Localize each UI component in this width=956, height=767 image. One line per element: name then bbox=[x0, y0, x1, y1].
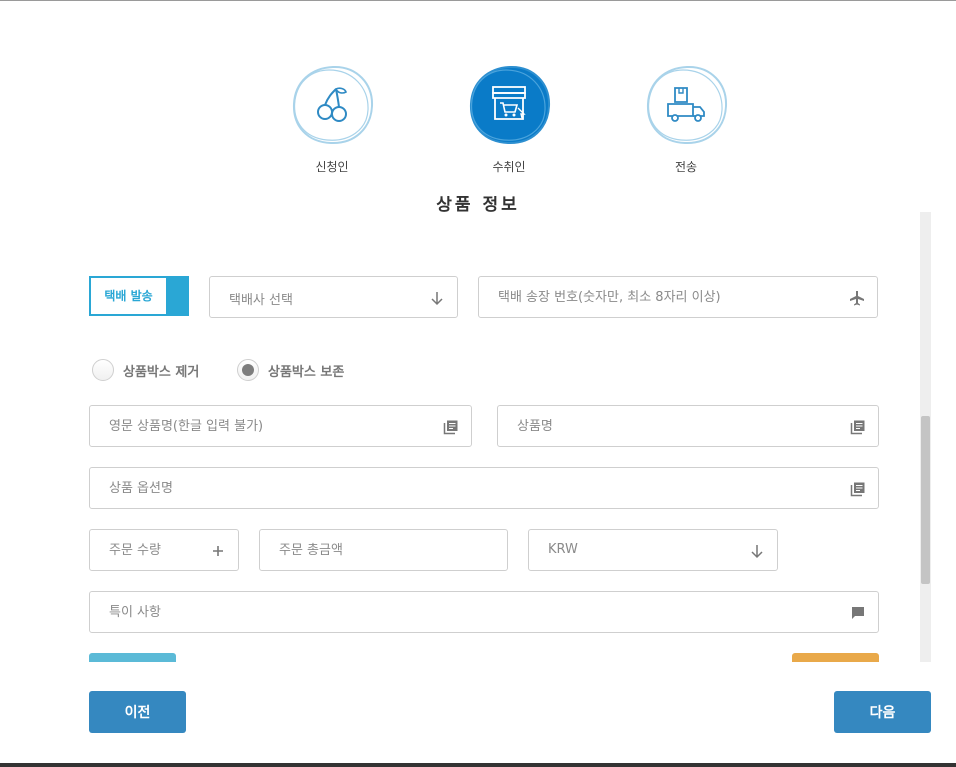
currency-value: KRW bbox=[548, 542, 578, 557]
library-books-icon bbox=[443, 420, 458, 435]
step-label: 수취인 bbox=[492, 160, 526, 174]
library-books-icon bbox=[850, 420, 865, 435]
form-scroll-area[interactable]: 상품 정보 택배 발송 택배사 선택 상품박스 제거 상품박스 보존 KR bbox=[0, 196, 956, 662]
radio-label: 상품박스 제거 bbox=[123, 365, 200, 380]
delivery-type-button[interactable]: 택배 발송 bbox=[89, 276, 189, 316]
window-bottom-border bbox=[0, 763, 956, 767]
step-label: 신청인 bbox=[315, 160, 349, 174]
currency-select[interactable]: KRW bbox=[528, 529, 778, 571]
courier-select-label: 택배사 선택 bbox=[229, 293, 293, 308]
step-send[interactable]: 전송 bbox=[641, 64, 731, 175]
english-product-name-input[interactable] bbox=[90, 406, 471, 446]
step-circle-active bbox=[466, 64, 552, 146]
library-books-icon bbox=[850, 482, 865, 497]
scrollbar-thumb[interactable] bbox=[921, 416, 930, 584]
order-quantity-field[interactable] bbox=[89, 529, 239, 571]
order-total-field[interactable] bbox=[259, 529, 508, 571]
airplane-icon bbox=[850, 291, 864, 306]
product-option-field[interactable] bbox=[89, 467, 879, 509]
prev-button[interactable]: 이전 bbox=[89, 691, 186, 733]
english-product-name-field[interactable] bbox=[89, 405, 472, 447]
special-notes-field[interactable] bbox=[89, 591, 879, 633]
product-name-input[interactable] bbox=[498, 406, 878, 446]
special-notes-input[interactable] bbox=[90, 592, 878, 632]
product-option-input[interactable] bbox=[90, 468, 878, 508]
add-product-button[interactable] bbox=[89, 653, 176, 662]
tracking-number-input[interactable] bbox=[479, 277, 877, 317]
remove-product-button[interactable] bbox=[792, 653, 879, 662]
order-total-input[interactable] bbox=[260, 530, 507, 570]
cherry-icon bbox=[317, 87, 347, 122]
product-name-field[interactable] bbox=[497, 405, 879, 447]
plus-icon[interactable] bbox=[210, 543, 226, 559]
next-button[interactable]: 다음 bbox=[834, 691, 931, 733]
delivery-truck-icon bbox=[667, 87, 705, 122]
arrow-down-icon bbox=[431, 292, 443, 306]
shop-cart-icon bbox=[492, 86, 526, 120]
step-recipient[interactable]: 수취인 bbox=[464, 64, 554, 175]
step-circle bbox=[643, 64, 729, 146]
step-applicant[interactable]: 신청인 bbox=[287, 64, 377, 175]
step-label: 전송 bbox=[674, 160, 698, 174]
radio-dot-selected[interactable] bbox=[237, 359, 259, 381]
radio-label: 상품박스 보존 bbox=[268, 365, 345, 380]
tracking-number-field[interactable] bbox=[478, 276, 878, 318]
courier-select[interactable]: 택배사 선택 bbox=[209, 276, 458, 318]
section-title: 상품 정보 bbox=[436, 196, 520, 215]
delivery-type-label: 택배 발송 bbox=[91, 278, 166, 314]
step-circle bbox=[289, 64, 375, 146]
window-top-border bbox=[0, 0, 956, 1]
comment-icon bbox=[852, 607, 864, 619]
arrow-down-icon bbox=[751, 545, 763, 559]
radio-dot[interactable] bbox=[92, 359, 114, 381]
